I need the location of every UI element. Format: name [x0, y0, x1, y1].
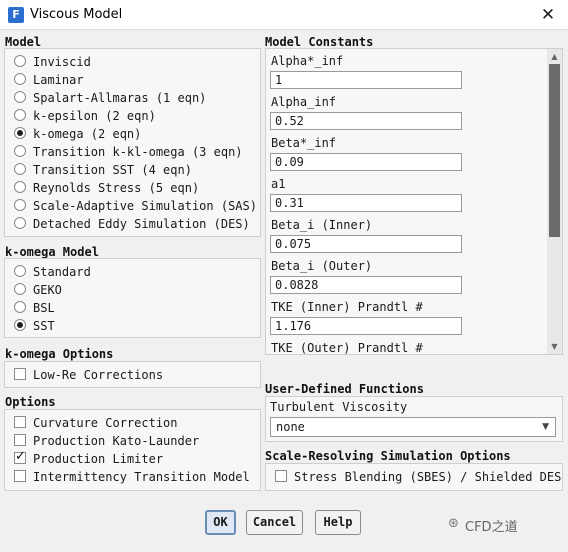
- checkbox-label: Intermittency Transition Model: [33, 470, 250, 484]
- model-option-label: Spalart-Allmaras (1 eqn): [33, 91, 207, 105]
- dropdown-value: none: [276, 420, 305, 434]
- komega-option-label: BSL: [33, 301, 55, 315]
- wechat-icon: ⊛: [448, 516, 459, 531]
- checkbox[interactable]: [14, 416, 26, 428]
- scroll-up-icon[interactable]: ▲: [547, 49, 562, 64]
- a1-input[interactable]: 0.31: [270, 194, 462, 212]
- model-option-label: Transition k-kl-omega (3 eqn): [33, 145, 243, 159]
- model-option-label: Detached Eddy Simulation (DES): [33, 217, 250, 231]
- constant-label: TKE (Inner) Prandtl #: [271, 300, 423, 314]
- constant-label: Beta*_inf: [271, 136, 337, 150]
- constant-label: a1: [271, 177, 286, 191]
- checkbox-label: Low-Re Corrections: [33, 368, 164, 382]
- radio-button[interactable]: [14, 199, 26, 211]
- checkbox-label: Curvature Correction: [33, 416, 178, 430]
- options-heading: Options: [5, 395, 56, 409]
- constant-label: TKE (Outer) Prandtl #: [271, 341, 423, 355]
- beta-i-inner-input[interactable]: 0.075: [270, 235, 462, 253]
- srs-group: Stress Blending (SBES) / Shielded DES: [265, 463, 563, 491]
- checkbox[interactable]: [14, 368, 26, 380]
- constant-label: Alpha*_inf: [271, 54, 344, 68]
- checkbox-checked[interactable]: ✓: [14, 449, 26, 464]
- model-option-label: Scale-Adaptive Simulation (SAS): [33, 199, 257, 213]
- radio-button[interactable]: [14, 265, 26, 277]
- model-option-label: k-omega (2 eqn): [33, 127, 142, 141]
- model-option-label: Transition SST (4 eqn): [33, 163, 192, 177]
- turbulent-viscosity-label: Turbulent Viscosity: [270, 400, 408, 414]
- radio-button[interactable]: [14, 283, 26, 295]
- model-option-label: Reynolds Stress (5 eqn): [33, 181, 200, 195]
- scroll-down-icon[interactable]: ▼: [547, 339, 562, 354]
- cancel-button[interactable]: Cancel: [246, 510, 303, 535]
- model-constants-panel[interactable]: Alpha*_inf 1 Alpha_inf 0.52 Beta*_inf 0.…: [265, 48, 563, 355]
- radio-button-selected[interactable]: [14, 319, 26, 331]
- checkbox-label: Stress Blending (SBES) / Shielded DES: [294, 470, 562, 484]
- constant-label: Alpha_inf: [271, 95, 337, 109]
- model-option-label: Laminar: [33, 73, 84, 87]
- radio-button-selected[interactable]: [14, 127, 26, 139]
- alpha-inf-input[interactable]: 0.52: [270, 112, 462, 130]
- checkbox[interactable]: [14, 470, 26, 482]
- komega-option-label: Standard: [33, 265, 91, 279]
- radio-button[interactable]: [14, 73, 26, 85]
- chevron-down-icon: ▼: [542, 422, 549, 432]
- radio-button[interactable]: [14, 145, 26, 157]
- constant-label: Beta_i (Outer): [271, 259, 373, 273]
- srs-heading: Scale-Resolving Simulation Options: [265, 449, 511, 463]
- model-option-label: Inviscid: [33, 55, 91, 69]
- komega-model-group: Standard GEKO BSL SST: [4, 258, 261, 338]
- komega-option-label: SST: [33, 319, 55, 333]
- fluent-app-icon: F: [8, 7, 24, 23]
- window-title: Viscous Model: [30, 7, 123, 22]
- model-group: Inviscid Laminar Spalart-Allmaras (1 eqn…: [4, 48, 261, 237]
- model-constants-heading: Model Constants: [265, 35, 374, 49]
- checkbox-label: Production Limiter: [33, 452, 164, 466]
- tke-inner-prandtl-input[interactable]: 1.176: [270, 317, 462, 335]
- komega-option-label: GEKO: [33, 283, 62, 297]
- radio-button[interactable]: [14, 163, 26, 175]
- model-constants-scrollbar[interactable]: ▲ ▼: [547, 49, 562, 354]
- options-group: Curvature Correction Production Kato-Lau…: [4, 409, 261, 491]
- radio-button[interactable]: [14, 109, 26, 121]
- beta-star-inf-input[interactable]: 0.09: [270, 153, 462, 171]
- model-heading: Model: [5, 35, 42, 49]
- watermark-text: CFD之道: [465, 520, 518, 535]
- komega-options-group: Low-Re Corrections: [4, 361, 261, 388]
- komega-options-heading: k-omega Options: [5, 347, 114, 361]
- constant-label: Beta_i (Inner): [271, 218, 373, 232]
- checkbox[interactable]: [275, 470, 287, 482]
- udf-group: Turbulent Viscosity none ▼: [265, 396, 563, 442]
- radio-button[interactable]: [14, 181, 26, 193]
- komega-model-heading: k-omega Model: [5, 245, 99, 259]
- checkbox[interactable]: [14, 434, 26, 446]
- turbulent-viscosity-dropdown[interactable]: none ▼: [270, 417, 556, 437]
- alpha-star-inf-input[interactable]: 1: [270, 71, 462, 89]
- ok-button[interactable]: OK: [205, 510, 236, 535]
- title-bar: F Viscous Model ✕: [0, 0, 568, 30]
- checkmark-icon: ✓: [15, 449, 26, 464]
- udf-heading: User-Defined Functions: [265, 382, 424, 396]
- radio-button[interactable]: [14, 301, 26, 313]
- help-button[interactable]: Help: [315, 510, 361, 535]
- radio-button[interactable]: [14, 55, 26, 67]
- scroll-thumb[interactable]: [549, 64, 560, 237]
- beta-i-outer-input[interactable]: 0.0828: [270, 276, 462, 294]
- checkbox-label: Production Kato-Launder: [33, 434, 200, 448]
- radio-button[interactable]: [14, 217, 26, 229]
- close-icon[interactable]: ✕: [534, 2, 562, 28]
- model-option-label: k-epsilon (2 eqn): [33, 109, 156, 123]
- radio-button[interactable]: [14, 91, 26, 103]
